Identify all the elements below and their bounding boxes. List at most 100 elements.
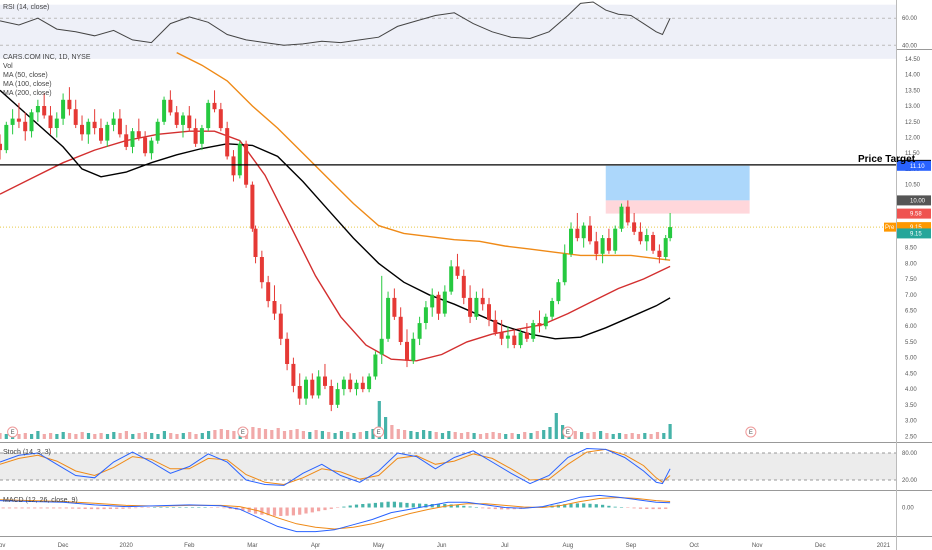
price-target-annotation: Price Target bbox=[858, 154, 916, 165]
macd-histogram-bar bbox=[632, 507, 636, 509]
candle-body bbox=[354, 382, 359, 390]
macd-histogram-bar bbox=[367, 503, 371, 508]
x-tick-label: Feb bbox=[184, 543, 195, 549]
x-tick-label: Apr bbox=[311, 543, 320, 549]
candle-body bbox=[35, 106, 40, 113]
volume-bar bbox=[282, 431, 287, 439]
volume-bar bbox=[295, 429, 299, 439]
macd-histogram-bar bbox=[209, 507, 213, 508]
stoch-tick-label: 20.00 bbox=[902, 478, 918, 484]
volume-bar bbox=[181, 433, 185, 439]
candle-body bbox=[297, 386, 302, 399]
candle-body bbox=[480, 297, 485, 305]
earnings-marker-label: E bbox=[11, 430, 15, 436]
chart-canvas[interactable]: 60.00 40.00 2.50 3.00 3.50 4.00 4.50 5.00 5.50 6… bbox=[0, 0, 932, 550]
macd-histogram-bar bbox=[71, 507, 75, 509]
volume-bar bbox=[592, 432, 596, 439]
macd-histogram-bar bbox=[52, 507, 56, 509]
x-tick-label: Sep bbox=[626, 543, 637, 549]
volume-bar bbox=[301, 431, 305, 439]
candle-body bbox=[461, 275, 466, 298]
volume-bar bbox=[314, 430, 318, 439]
macd-histogram-bar bbox=[222, 507, 226, 509]
rsi-pane[interactable]: 60.00 40.00 bbox=[0, 1, 918, 59]
candle-body bbox=[181, 115, 185, 125]
volume-bar bbox=[643, 433, 647, 439]
macd-histogram-bar bbox=[102, 507, 106, 510]
candle-body bbox=[657, 250, 662, 257]
volume-bar bbox=[542, 430, 546, 439]
volume-bar bbox=[384, 417, 388, 439]
candle-body bbox=[206, 102, 211, 129]
macd-histogram-bar bbox=[127, 507, 131, 509]
candle-body bbox=[562, 253, 567, 283]
macd-histogram-bar bbox=[159, 507, 163, 508]
macd-histogram-bar bbox=[165, 507, 169, 508]
volume-bar bbox=[516, 434, 520, 439]
pre-market-tag-label: Pre bbox=[885, 225, 895, 231]
price-tick-label: 13.00 bbox=[905, 104, 921, 110]
macd-pane[interactable]: 0.00 bbox=[0, 494, 914, 533]
volume-bar bbox=[131, 434, 135, 439]
candle-body bbox=[266, 282, 271, 302]
volume-bar bbox=[93, 434, 97, 439]
volume-bar bbox=[49, 433, 53, 439]
candle-body bbox=[588, 225, 592, 242]
volume-bar bbox=[36, 431, 40, 439]
volume-bar bbox=[17, 434, 21, 439]
volume-bar bbox=[662, 433, 666, 439]
macd-histogram-bar bbox=[582, 503, 586, 508]
macd-histogram-bar bbox=[14, 507, 18, 509]
volume-bar bbox=[162, 431, 166, 439]
price-tick-label: 10.50 bbox=[905, 183, 921, 189]
candle-body bbox=[174, 112, 179, 125]
legend-vol: Vol bbox=[3, 63, 13, 70]
macd-histogram-bar bbox=[279, 507, 283, 516]
price-tick-label: 13.50 bbox=[905, 88, 921, 94]
candle-body bbox=[168, 99, 173, 113]
macd-histogram-bar bbox=[310, 507, 314, 513]
macd-histogram-bar bbox=[153, 507, 157, 508]
legend-ma100: MA (100, close) bbox=[3, 81, 52, 88]
candle-body bbox=[80, 124, 84, 135]
candle-body bbox=[468, 297, 473, 317]
x-tick-label: 2020 bbox=[120, 543, 134, 549]
candle-body bbox=[644, 235, 649, 242]
x-tick-label: 2021 bbox=[877, 543, 891, 549]
price-tick-label: 5.50 bbox=[905, 340, 917, 346]
candle-body bbox=[218, 109, 223, 129]
macd-histogram-bar bbox=[304, 507, 308, 514]
volume-bar bbox=[497, 433, 501, 439]
candle-body bbox=[430, 294, 435, 308]
volume-bar bbox=[0, 433, 2, 439]
candle-body bbox=[155, 121, 160, 141]
macd-histogram-bar bbox=[493, 507, 497, 510]
macd-histogram-bar bbox=[1, 507, 5, 509]
x-tick-label: Dec bbox=[815, 543, 826, 549]
volume-bar bbox=[30, 434, 34, 439]
volume-bar bbox=[124, 431, 128, 439]
candle-body bbox=[23, 121, 28, 132]
candle-body bbox=[162, 99, 167, 122]
stoch-pane[interactable]: 80.00 20.00 bbox=[0, 447, 918, 486]
volume-bar bbox=[112, 432, 116, 439]
candle-body bbox=[212, 102, 217, 110]
candle-body bbox=[575, 228, 580, 239]
candle-body bbox=[651, 235, 656, 251]
candle-body bbox=[499, 332, 504, 339]
symbol-title: CARS.COM INC, 1D, NYSE bbox=[3, 54, 91, 61]
candle-body bbox=[310, 379, 315, 396]
volume-bar bbox=[86, 433, 91, 439]
candle-body bbox=[291, 363, 296, 386]
macd-histogram-bar bbox=[380, 502, 384, 508]
candle-body bbox=[360, 382, 365, 390]
price-tick-label: 4.00 bbox=[905, 387, 917, 393]
macd-histogram-bar bbox=[468, 506, 472, 508]
price-tick-label: 6.00 bbox=[905, 324, 917, 330]
macd-histogram-bar bbox=[171, 507, 176, 508]
volume-bar bbox=[396, 429, 400, 439]
macd-histogram-bar bbox=[405, 502, 409, 508]
macd-histogram-bar bbox=[108, 507, 112, 509]
price-pane[interactable]: 2.50 3.00 3.50 4.00 4.50 5.00 5.50 6.00 6.50 7.00… bbox=[0, 51, 931, 441]
candle-body bbox=[606, 238, 611, 251]
